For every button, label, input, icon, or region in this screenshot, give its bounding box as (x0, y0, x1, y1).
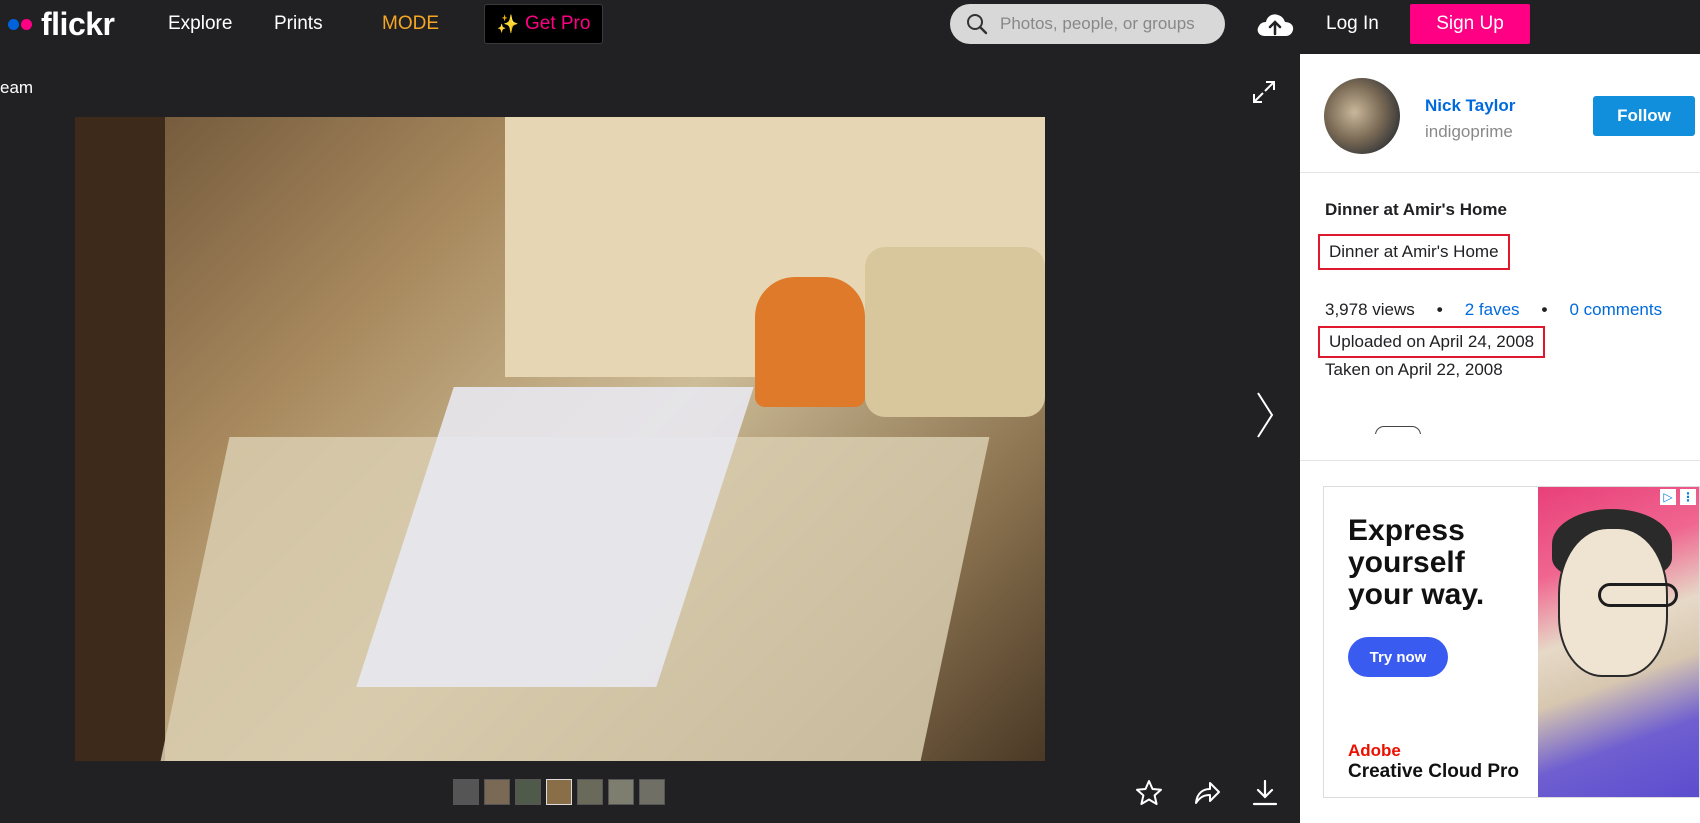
search-input[interactable] (1000, 14, 1210, 34)
get-pro-button[interactable]: ✨ Get Pro (484, 4, 603, 44)
thumbnail[interactable] (608, 779, 634, 805)
taken-date: Taken on April 22, 2008 (1325, 360, 1503, 379)
get-pro-label: Get Pro (524, 13, 591, 34)
photo-info-sidebar: Nick Taylor indigoprime Follow Dinner at… (1300, 54, 1700, 823)
follow-button[interactable]: Follow (1593, 96, 1695, 136)
main-photo[interactable] (75, 117, 1045, 761)
logo-pink-dot (21, 18, 32, 30)
share-icon[interactable] (1192, 778, 1222, 813)
sparkle-icon: ✨ (496, 13, 519, 34)
partial-shape (1375, 426, 1421, 434)
divider (1300, 172, 1700, 173)
expand-icon[interactable] (1250, 78, 1278, 111)
thumbnail[interactable] (639, 779, 665, 805)
upload-cloud-icon[interactable] (1255, 10, 1295, 45)
comments-link[interactable]: 0 comments (1570, 300, 1663, 320)
search-icon (967, 14, 988, 35)
uploaded-date: Uploaded on April 24, 2008 (1318, 326, 1546, 358)
logo-text: flickr (41, 6, 115, 42)
stats-separator: • (1541, 300, 1548, 319)
thumbnail[interactable] (577, 779, 603, 805)
advertisement[interactable]: Express yourself your way. Try now Adobe… (1323, 486, 1700, 798)
thumbnail[interactable] (515, 779, 541, 805)
ad-choices[interactable]: ▷ ⋮ (1660, 489, 1696, 505)
ad-try-now-button[interactable]: Try now (1348, 637, 1448, 677)
photostream-breadcrumb[interactable]: eam (0, 78, 33, 98)
next-photo-arrow-icon[interactable] (1255, 390, 1275, 445)
ad-brand: Adobe (1348, 741, 1401, 760)
download-icon[interactable] (1250, 778, 1280, 813)
ad-illustration (1538, 487, 1699, 797)
favorite-star-icon[interactable] (1134, 778, 1164, 813)
faves-link[interactable]: 2 faves (1465, 300, 1520, 320)
thumbnail[interactable] (484, 779, 510, 805)
ad-headline: Express yourself your way. (1348, 514, 1485, 611)
ad-illustration-glasses (1598, 583, 1678, 607)
divider (1300, 460, 1700, 461)
logo-blue-dot (8, 18, 19, 30)
owner-username: indigoprime (1425, 122, 1513, 141)
owner-avatar[interactable] (1324, 78, 1400, 154)
photo-viewer: eam (0, 48, 1300, 823)
partially-hidden-element (1325, 426, 1445, 434)
photo-stats: 3,978 views • 2 faves • 0 comments (1325, 300, 1662, 320)
photo-side-table (755, 277, 865, 407)
thumbnail[interactable] (546, 779, 572, 805)
nav-explore[interactable]: Explore (168, 13, 232, 35)
signup-button[interactable]: Sign Up (1410, 4, 1530, 44)
photo-description: Dinner at Amir's Home (1318, 234, 1510, 270)
ad-choices-icon[interactable]: ▷ (1660, 489, 1676, 505)
views-count: 3,978 views (1325, 300, 1415, 319)
photo-title: Dinner at Amir's Home (1325, 200, 1507, 219)
flickr-logo[interactable]: flickr (8, 6, 115, 42)
stats-separator: • (1436, 300, 1443, 319)
ad-menu-icon[interactable]: ⋮ (1680, 489, 1696, 505)
nav-prints[interactable]: Prints (274, 13, 323, 35)
owner-name-link[interactable]: Nick Taylor (1425, 96, 1515, 116)
thumbnail[interactable] (453, 779, 479, 805)
photo-sofa (865, 247, 1045, 417)
nav-mode[interactable]: MODE (382, 13, 439, 35)
photo-door (75, 117, 165, 761)
search-bar[interactable] (950, 4, 1225, 44)
ad-product: Creative Cloud Pro (1348, 761, 1520, 782)
top-navigation: flickr Explore Prints MODE ✨ Get Pro Log… (0, 0, 1700, 48)
thumbnail-strip (453, 779, 665, 805)
login-link[interactable]: Log In (1326, 13, 1379, 35)
